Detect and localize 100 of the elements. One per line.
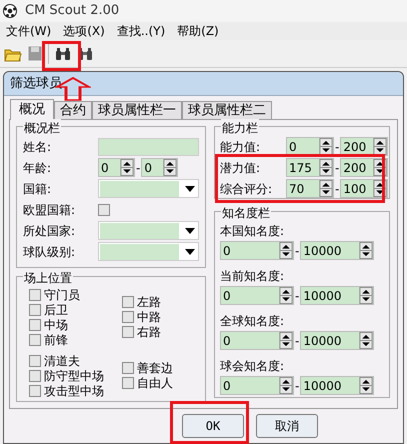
spin-arrows-icon[interactable] xyxy=(279,332,293,349)
spin-arrows-icon[interactable] xyxy=(279,242,293,259)
number-field[interactable]: 0 xyxy=(220,331,294,350)
tab[interactable]: 球员属性栏二 xyxy=(182,101,272,119)
range-separator: - xyxy=(295,378,300,394)
number-field[interactable]: 100 xyxy=(340,179,388,198)
range-separator: - xyxy=(295,288,300,304)
tab[interactable]: 球员属性栏一 xyxy=(92,101,182,119)
window-title: CM Scout 2.00 xyxy=(25,2,120,20)
checkbox-label: 防守型中场 xyxy=(44,368,104,384)
checkbox-label: 前锋 xyxy=(44,332,68,348)
annotation-box xyxy=(42,41,81,71)
checkbox[interactable] xyxy=(122,296,134,308)
menu-item[interactable]: 帮助(Z) xyxy=(171,22,225,40)
group-title: 能力栏 xyxy=(221,119,259,137)
checkbox[interactable] xyxy=(29,304,41,316)
field-label: 能力值: xyxy=(220,138,262,156)
menu-item[interactable]: 选项(X) xyxy=(57,22,111,40)
group-title: 知名度栏 xyxy=(221,204,271,222)
checkbox[interactable] xyxy=(98,204,110,216)
caret-icon xyxy=(185,186,195,192)
dialog-button[interactable]: 取消 xyxy=(256,414,318,438)
checkbox[interactable] xyxy=(122,362,134,374)
checkbox-label: 善套边 xyxy=(137,360,173,376)
spin-arrows-icon[interactable] xyxy=(279,377,293,394)
dropdown-field[interactable] xyxy=(98,242,199,261)
field-label: 所处国家: xyxy=(23,222,76,240)
text-field[interactable] xyxy=(98,138,199,156)
checkbox-label: 右路 xyxy=(137,324,161,340)
field-label: 本国知名度: xyxy=(220,223,286,239)
field-label: 年龄: xyxy=(23,160,52,176)
spin-arrows-icon[interactable] xyxy=(359,377,374,394)
checkbox[interactable] xyxy=(122,376,134,388)
checkbox[interactable] xyxy=(122,310,134,322)
field-label: 潜力值: xyxy=(220,160,262,176)
checkbox[interactable] xyxy=(29,318,41,330)
spin-arrows-icon[interactable] xyxy=(279,287,293,304)
range-separator: - xyxy=(136,160,140,176)
checkbox[interactable] xyxy=(29,334,41,346)
number-field[interactable]: 70 xyxy=(286,179,334,198)
tab[interactable]: 合约 xyxy=(54,101,92,119)
checkbox[interactable] xyxy=(122,326,134,338)
number-field[interactable]: 10000 xyxy=(300,286,374,305)
range-separator: - xyxy=(335,138,340,156)
range-separator: - xyxy=(295,242,300,260)
checkbox[interactable] xyxy=(29,354,41,366)
soccer-ball-icon xyxy=(3,4,17,18)
checkbox-label: 自由人 xyxy=(137,374,173,392)
field-label: 国籍: xyxy=(23,180,52,198)
menu-item[interactable]: 查找..(Y) xyxy=(110,22,172,40)
checkbox[interactable] xyxy=(29,288,41,300)
spin-arrows-icon[interactable] xyxy=(359,287,374,304)
field-label: 姓名: xyxy=(23,138,52,156)
spin-arrows-icon[interactable] xyxy=(319,180,333,197)
range-separator: - xyxy=(335,160,340,176)
field-label: 球会知名度: xyxy=(220,358,286,374)
checkbox-label: 清道夫 xyxy=(44,352,80,370)
spin-arrows-icon[interactable] xyxy=(120,159,134,176)
checkbox[interactable] xyxy=(29,370,41,382)
checkbox-label: 中路 xyxy=(137,308,161,326)
checkbox-label: 左路 xyxy=(137,294,161,310)
caret-icon xyxy=(185,248,195,254)
spin-arrows-icon[interactable] xyxy=(319,138,333,155)
caret-icon xyxy=(185,228,195,234)
field-label: 球队级别: xyxy=(23,244,76,260)
number-field[interactable]: 200 xyxy=(340,137,388,156)
number-field[interactable]: 0 xyxy=(141,158,178,177)
group-title: 场上位置 xyxy=(23,269,73,287)
field-label: 综合评分: xyxy=(220,180,274,198)
checkbox-label: 守门员 xyxy=(44,286,80,304)
number-field[interactable]: 10000 xyxy=(300,241,374,260)
spin-arrows-icon[interactable] xyxy=(359,332,374,349)
dialog-button[interactable]: OK xyxy=(182,414,244,438)
number-field[interactable]: 10000 xyxy=(300,331,374,350)
checkbox[interactable] xyxy=(29,384,41,396)
number-field[interactable]: 10000 xyxy=(300,376,374,395)
number-field[interactable]: 175 xyxy=(286,158,334,177)
range-separator: - xyxy=(335,180,340,198)
number-field[interactable]: 0 xyxy=(220,286,294,305)
checkbox-label: 后卫 xyxy=(44,302,68,318)
group-title: 概况栏 xyxy=(23,119,61,137)
number-field[interactable]: 0 xyxy=(220,241,294,260)
tab[interactable]: 概况 xyxy=(10,99,54,120)
field-label: 欧盟国籍: xyxy=(23,202,76,218)
menu-item[interactable]: 文件(W) xyxy=(0,22,58,40)
spin-arrows-icon[interactable] xyxy=(163,159,178,176)
dropdown-field[interactable] xyxy=(98,179,199,198)
number-field[interactable]: 0 xyxy=(98,158,135,177)
spin-arrows-icon[interactable] xyxy=(359,242,374,259)
field-label: 全球知名度: xyxy=(220,313,286,329)
checkbox-label: 中场 xyxy=(44,316,68,334)
spin-arrows-icon[interactable] xyxy=(373,138,388,155)
number-field[interactable]: 0 xyxy=(220,376,294,395)
number-field[interactable]: 200 xyxy=(340,158,388,177)
binoculars-icon[interactable] xyxy=(55,46,71,60)
dropdown-field[interactable] xyxy=(98,221,199,240)
checkbox-label: 攻击型中场 xyxy=(44,382,104,400)
field-label: 当前知名度: xyxy=(220,268,286,284)
range-separator: - xyxy=(295,332,300,350)
spin-arrows-icon[interactable] xyxy=(319,159,333,176)
